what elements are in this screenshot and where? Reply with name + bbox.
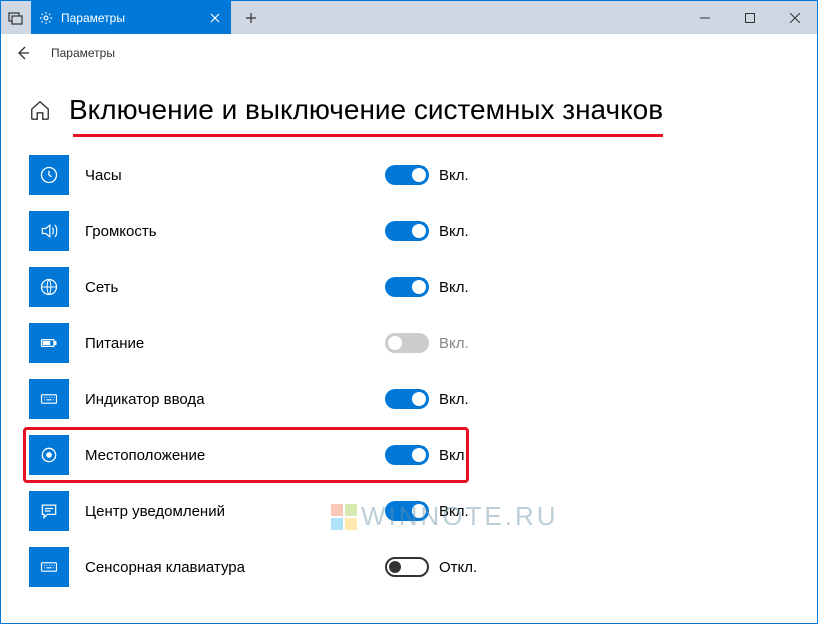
setting-label: Местоположение — [85, 447, 365, 464]
power-icon — [29, 323, 69, 363]
minimize-button[interactable] — [682, 1, 727, 34]
breadcrumb: Параметры — [51, 46, 115, 60]
toggle-state-label: Вкл. — [439, 447, 469, 464]
new-tab-button[interactable] — [231, 1, 271, 34]
setting-input-indicator: Индикатор ввода Вкл. — [29, 379, 789, 419]
action-center-icon — [29, 491, 69, 531]
toggle-state-label: Вкл. — [439, 279, 469, 296]
setting-touch-keyboard: Сенсорная клавиатура Откл. — [29, 547, 789, 587]
network-icon — [29, 267, 69, 307]
toggle-state-label: Вкл. — [439, 167, 469, 184]
window-titlebar: Параметры — [1, 1, 817, 34]
toggle-state-label: Вкл. — [439, 223, 469, 240]
clock-icon — [29, 155, 69, 195]
toggle-state-label: Вкл. — [439, 503, 469, 520]
toggle-power — [385, 333, 429, 353]
toggle-state-label: Вкл. — [439, 335, 469, 352]
breadcrumb-bar: Параметры — [1, 34, 817, 72]
setting-action-center: Центр уведомлений Вкл. — [29, 491, 789, 531]
volume-icon — [29, 211, 69, 251]
setting-volume: Громкость Вкл. — [29, 211, 789, 251]
setting-label: Сеть — [85, 279, 365, 296]
setting-clock: Часы Вкл. — [29, 155, 789, 195]
annotation-underline — [73, 134, 663, 137]
setting-label: Центр уведомлений — [85, 503, 365, 520]
toggle-touch-keyboard[interactable] — [385, 557, 429, 577]
setting-location: Местоположение Вкл. — [29, 435, 789, 475]
setting-label: Сенсорная клавиатура — [85, 559, 365, 576]
setting-label: Часы — [85, 167, 365, 184]
setting-network: Сеть Вкл. — [29, 267, 789, 307]
toggle-state-label: Откл. — [439, 559, 477, 576]
settings-list: Часы Вкл. Громкость Вкл. Сеть — [29, 155, 789, 587]
close-button[interactable] — [772, 1, 817, 34]
page-title: Включение и выключение системных значков — [69, 94, 663, 126]
setting-power: Питание Вкл. — [29, 323, 789, 363]
toggle-state-label: Вкл. — [439, 391, 469, 408]
toggle-action-center[interactable] — [385, 501, 429, 521]
location-icon — [29, 435, 69, 475]
setting-label: Громкость — [85, 223, 365, 240]
tab-close-button[interactable] — [207, 10, 223, 26]
touch-keyboard-icon — [29, 547, 69, 587]
tab-title: Параметры — [61, 11, 199, 25]
toggle-input-indicator[interactable] — [385, 389, 429, 409]
gear-icon — [39, 11, 53, 25]
toggle-clock[interactable] — [385, 165, 429, 185]
back-button[interactable] — [15, 45, 31, 61]
maximize-button[interactable] — [727, 1, 772, 34]
toggle-network[interactable] — [385, 277, 429, 297]
home-icon[interactable] — [29, 99, 51, 121]
toggle-location[interactable] — [385, 445, 429, 465]
window-controls — [682, 1, 817, 34]
toggle-volume[interactable] — [385, 221, 429, 241]
setting-label: Индикатор ввода — [85, 391, 365, 408]
keyboard-icon — [29, 379, 69, 419]
task-view-icon[interactable] — [1, 1, 31, 34]
setting-label: Питание — [85, 335, 365, 352]
active-tab[interactable]: Параметры — [31, 1, 231, 34]
